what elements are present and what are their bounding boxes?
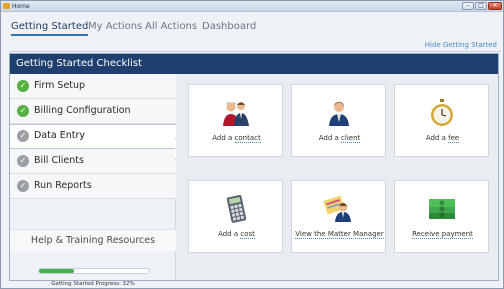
- card-link[interactable]: View the Matter Manager: [295, 230, 384, 239]
- getting-started-panel: Getting Started Checklist ✓ Firm Setup ✓…: [9, 53, 499, 287]
- progress-bar: [38, 268, 150, 274]
- card-label-prefix: Add a: [212, 134, 235, 142]
- progress-fill: [39, 269, 75, 273]
- title-bar: Home – □ ✕: [1, 1, 503, 12]
- view-matter-manager-card[interactable]: View the Matter Manager: [291, 180, 386, 253]
- step-bill-clients[interactable]: ✓ Bill Clients: [10, 149, 176, 174]
- app-icon: [3, 3, 10, 9]
- tab-getting-started[interactable]: Getting Started: [11, 20, 89, 36]
- people-contact-icon: [223, 102, 249, 126]
- card-link[interactable]: fee: [448, 134, 460, 143]
- card-link[interactable]: contact: [234, 134, 261, 143]
- person-client-icon: [329, 102, 349, 126]
- check-icon: ✓: [17, 80, 29, 92]
- stopwatch-icon: [431, 99, 453, 126]
- step-label: Billing Configuration: [34, 105, 131, 116]
- action-cards: Add a contact Add a client Add a fee Add…: [176, 74, 498, 280]
- card-link[interactable]: client: [341, 134, 361, 143]
- check-icon: ✓: [17, 105, 29, 117]
- add-client-card[interactable]: Add a client: [291, 84, 386, 157]
- calculator-icon: [226, 195, 247, 223]
- hide-getting-started-link[interactable]: Hide Getting Started: [425, 41, 497, 49]
- tab-bar: Getting Started My Actions All Actions D…: [9, 15, 501, 52]
- window-title: Home: [12, 3, 30, 10]
- matter-manager-icon: [323, 195, 351, 222]
- step-label: Bill Clients: [34, 155, 84, 166]
- help-training-link[interactable]: Help & Training Resources: [10, 229, 176, 251]
- add-cost-card[interactable]: Add a cost: [188, 180, 283, 253]
- receive-payment-card[interactable]: Receive payment: [394, 180, 489, 253]
- step-firm-setup[interactable]: ✓ Firm Setup: [10, 74, 176, 99]
- add-fee-card[interactable]: Add a fee: [394, 84, 489, 157]
- check-icon: ✓: [17, 155, 29, 167]
- card-label-prefix: Add a: [218, 230, 241, 238]
- add-contact-card[interactable]: Add a contact: [188, 84, 283, 157]
- card-label-prefix: Add a: [425, 134, 449, 142]
- step-label: Data Entry: [34, 130, 85, 141]
- step-run-reports[interactable]: ✓ Run Reports: [10, 174, 176, 199]
- maximize-button[interactable]: □: [475, 2, 487, 10]
- step-label: Firm Setup: [34, 80, 86, 91]
- checklist-title: Getting Started Checklist: [10, 54, 498, 74]
- step-billing-configuration[interactable]: ✓ Billing Configuration: [10, 99, 176, 124]
- money-stack-icon: [429, 199, 455, 219]
- step-label: Run Reports: [34, 180, 92, 191]
- minimize-button[interactable]: –: [462, 2, 474, 10]
- app-window: Home – □ ✕ Getting Started My Actions Al…: [0, 0, 504, 289]
- checklist: ✓ Firm Setup ✓ Billing Configuration ✓ D…: [10, 74, 176, 287]
- check-icon: ✓: [17, 180, 29, 192]
- card-link[interactable]: cost: [240, 230, 255, 239]
- progress-label: Getting Started Progress: 32%: [51, 281, 135, 287]
- tab-all-actions[interactable]: All Actions: [145, 20, 197, 36]
- check-icon: ✓: [17, 130, 29, 142]
- tab-my-actions[interactable]: My Actions: [88, 20, 142, 36]
- tab-dashboard[interactable]: Dashboard: [202, 20, 256, 36]
- step-data-entry[interactable]: ✓ Data Entry: [10, 124, 176, 149]
- card-link[interactable]: Receive payment: [412, 230, 473, 239]
- tab-divider: [9, 51, 501, 52]
- close-button[interactable]: ✕: [488, 2, 502, 10]
- card-label-prefix: Add a: [318, 134, 342, 142]
